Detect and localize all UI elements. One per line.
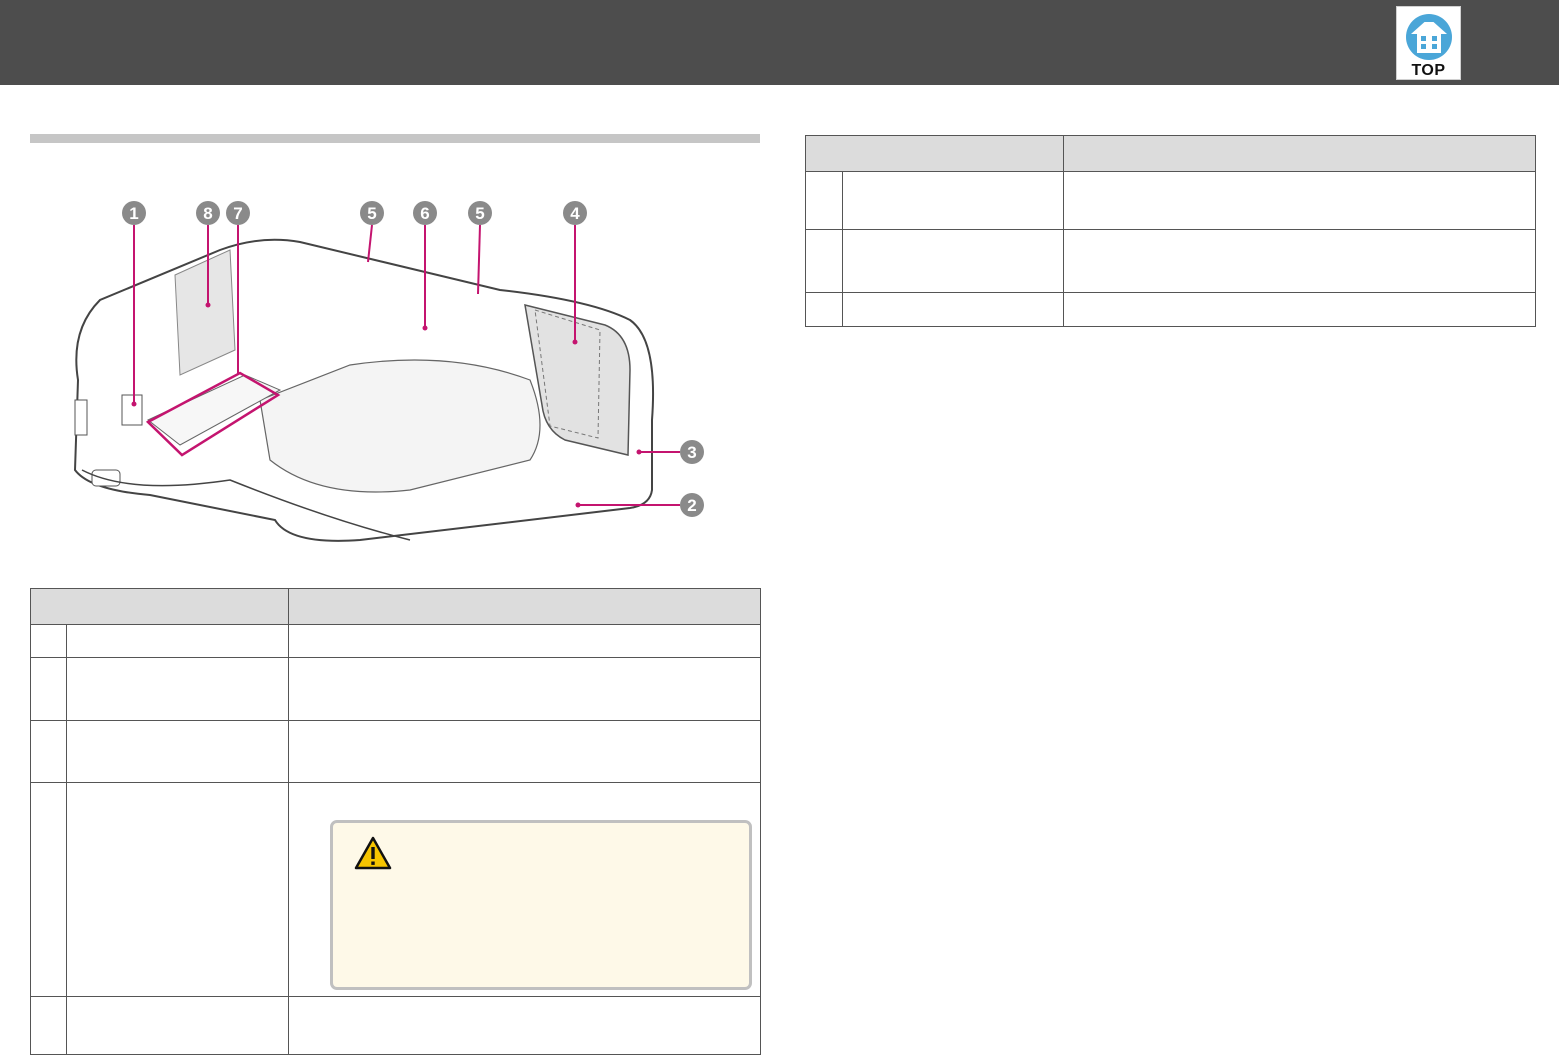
row-name-cell [842,292,1064,327]
column-header-name [30,588,289,625]
warning-box [330,819,752,990]
table-row [30,782,761,997]
column-header-name [805,135,1064,172]
row-function-cell [288,624,761,658]
row-number [30,996,67,1055]
row-number [30,624,67,658]
row-number [805,292,843,327]
callout-4: 4 [563,201,587,225]
header-bar: TOP [0,0,1559,85]
row-function-cell [1063,171,1536,230]
row-number [805,229,843,293]
table-row [30,624,761,658]
table-header-row [805,135,1536,172]
callout-5: 5 [360,201,384,225]
svg-text:4: 4 [570,204,580,223]
section-heading-rule [30,134,760,143]
svg-text:7: 7 [233,204,242,223]
table-row [30,720,761,783]
svg-text:3: 3 [687,443,696,462]
callout-7: 7 [226,201,250,225]
column-header-function [288,588,761,625]
callout-6: 6 [413,201,437,225]
row-name-cell [66,624,289,658]
row-number [30,720,67,783]
row-name-cell [66,782,289,997]
table-header-row [30,588,761,625]
table-row [805,171,1536,230]
callout-5-second: 5 [468,201,492,225]
top-button[interactable]: TOP [1396,6,1461,80]
top-button-label: TOP [1411,62,1446,79]
left-parts-table [30,588,761,1055]
projector-figure: 1 8 7 5 6 5 4 3 2 [73,201,704,542]
svg-text:2: 2 [687,496,696,515]
row-function-cell [288,996,761,1055]
table-row [805,229,1536,293]
svg-text:1: 1 [129,204,138,223]
row-name-cell [842,229,1064,293]
row-number [805,171,843,230]
right-parts-table [805,135,1536,327]
callout-3: 3 [680,440,704,464]
svg-text:5: 5 [367,204,376,223]
row-function-cell [288,720,761,783]
callout-2: 2 [680,493,704,517]
svg-text:6: 6 [420,204,429,223]
row-function-cell [1063,229,1536,293]
row-name-cell [842,171,1064,230]
table-row [30,996,761,1055]
table-row [30,657,761,721]
row-function-cell [1063,292,1536,327]
callout-1: 1 [122,201,146,225]
row-number [30,657,67,721]
callout-8: 8 [196,201,220,225]
row-name-cell [66,996,289,1055]
row-name-cell [66,720,289,783]
warning-triangle-icon [354,836,392,869]
svg-text:8: 8 [203,204,212,223]
column-header-function [1063,135,1536,172]
svg-text:5: 5 [475,204,484,223]
row-name-cell [66,657,289,721]
row-function-cell [288,657,761,721]
row-number [30,782,67,997]
table-row [805,292,1536,327]
row-function-cell [288,782,761,997]
